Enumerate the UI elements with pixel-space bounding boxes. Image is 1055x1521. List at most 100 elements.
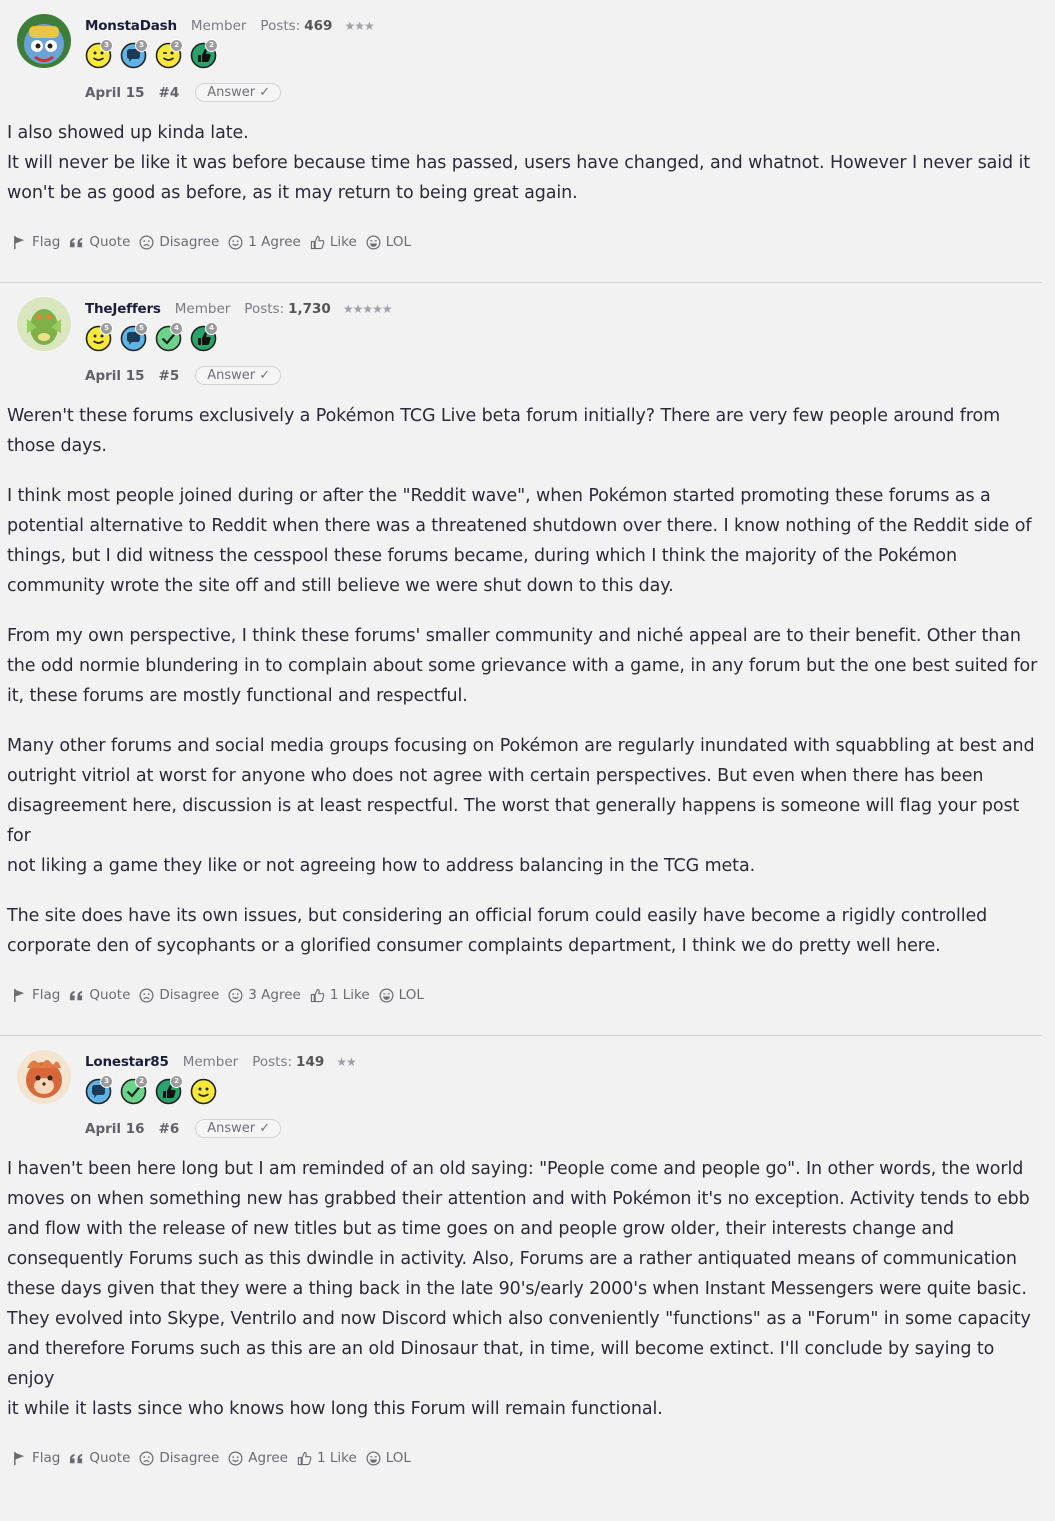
quote-button[interactable]: Quote — [69, 234, 130, 250]
post-date[interactable]: April 16 — [85, 1121, 145, 1137]
post-spacer — [0, 1015, 1055, 1035]
badge-count: 3 — [100, 1075, 113, 1088]
post-text-line: I haven't been here long but I am remind… — [7, 1159, 1024, 1179]
smiley-badge-icon[interactable]: 3 — [85, 39, 113, 69]
post-text-line: the odd normie blundering in to complain… — [7, 656, 1038, 676]
badge-count: 4 — [205, 322, 218, 335]
user-role: Member — [174, 301, 231, 317]
disagree-label: Disagree — [159, 987, 220, 1003]
like-button[interactable]: Like — [310, 234, 357, 250]
user-role: Member — [190, 18, 247, 34]
agree-button[interactable]: 3 Agree — [228, 987, 301, 1003]
post-text-line: I think most people joined during or aft… — [7, 486, 991, 506]
post-header: MonstaDash Member Posts: 469 ★★★ 3 3 2 2 April 15… — [7, 0, 1047, 118]
forum-post: MonstaDash Member Posts: 469 ★★★ 3 3 2 2 April 15… — [0, 0, 1055, 262]
disagree-button[interactable]: Disagree — [139, 1450, 219, 1466]
flag-icon — [12, 1451, 32, 1466]
disagree-button[interactable]: Disagree — [139, 987, 219, 1003]
flag-label: Flag — [32, 1450, 61, 1466]
post-paragraph: I think most people joined during or aft… — [7, 481, 1047, 601]
post-date[interactable]: April 15 — [85, 368, 145, 384]
post-date-line: April 16 #6 Answer ✓ — [85, 1119, 282, 1138]
quote-button[interactable]: Quote — [69, 987, 130, 1003]
avatar[interactable] — [17, 14, 71, 68]
avatar[interactable] — [17, 1050, 71, 1104]
post-header: Lonestar85 Member Posts: 149 ★★ 3 2 2 April 16 #6… — [7, 1036, 1047, 1154]
username[interactable]: TheJeffers — [85, 301, 161, 317]
post-text-line: community wrote the site off and still b… — [7, 576, 674, 596]
answer-button[interactable]: Answer ✓ — [195, 83, 282, 102]
check-badge-icon[interactable]: 4 — [155, 322, 183, 352]
forum-post: Lonestar85 Member Posts: 149 ★★ 3 2 2 April 16 #6… — [0, 1036, 1055, 1478]
flag-button[interactable]: Flag — [12, 234, 60, 250]
agree-button[interactable]: 1 Agree — [228, 234, 301, 250]
post-number[interactable]: #5 — [159, 368, 180, 384]
thumbs-badge-icon[interactable]: 2 — [190, 39, 218, 69]
post-text-line: The site does have its own issues, but c… — [7, 906, 988, 926]
thumbs-badge-icon[interactable]: 4 — [190, 322, 218, 352]
badge-count: 3 — [135, 39, 148, 52]
post-paragraph: Weren't these forums exclusively a Pokém… — [7, 401, 1047, 461]
user-meta: MonstaDash Member Posts: 469 ★★★ — [85, 18, 375, 34]
lol-button[interactable]: LOL — [366, 1450, 411, 1466]
badge-count: 2 — [170, 1075, 183, 1088]
post-text-line: it, these forums are mostly functional a… — [7, 686, 468, 706]
post-text-line: They evolved into Skype, Ventrilo and no… — [7, 1309, 1031, 1329]
post-text-line: not liking a game they like or not agree… — [7, 856, 756, 876]
badge-count: 2 — [205, 39, 218, 52]
avatar[interactable] — [17, 297, 71, 351]
thumbs-badge-icon[interactable]: 2 — [155, 1075, 183, 1105]
username[interactable]: MonstaDash — [85, 18, 177, 34]
comment-thread: MonstaDash Member Posts: 469 ★★★ 3 3 2 2 April 15… — [0, 0, 1055, 1478]
post-text-line: it while it lasts since who knows how lo… — [7, 1399, 663, 1419]
post-number[interactable]: #6 — [159, 1121, 180, 1137]
user-role: Member — [182, 1054, 239, 1070]
disagree-button[interactable]: Disagree — [139, 234, 219, 250]
post-text-line: potential alternative to Reddit when the… — [7, 516, 1032, 536]
quote-button[interactable]: Quote — [69, 1450, 130, 1466]
lol-icon — [366, 235, 386, 250]
username[interactable]: Lonestar85 — [85, 1054, 169, 1070]
posts-count: 469 — [304, 18, 333, 34]
like-button[interactable]: 1 Like — [297, 1450, 357, 1466]
post-date[interactable]: April 15 — [85, 85, 145, 101]
flag-icon — [12, 235, 32, 250]
post-text-line: I also showed up kinda late. — [7, 123, 249, 143]
post-paragraph: I haven't been here long but I am remind… — [7, 1154, 1047, 1424]
chat-badge-icon[interactable]: 3 — [120, 39, 148, 69]
agree-icon — [228, 1451, 248, 1466]
lol-button[interactable]: LOL — [366, 234, 411, 250]
agree-icon — [228, 988, 248, 1003]
agree-label: 1 Agree — [248, 234, 301, 250]
post-text-line: outright vitriol at worst for anyone who… — [7, 766, 984, 786]
post-text-line: disagreement here, discussion is at leas… — [7, 796, 1020, 846]
agree-label: 3 Agree — [248, 987, 301, 1003]
quote-icon — [69, 235, 89, 250]
post-text-line: From my own perspective, I think these f… — [7, 626, 1021, 646]
lol-label: LOL — [385, 1450, 411, 1466]
post-number[interactable]: #4 — [159, 85, 180, 101]
like-button[interactable]: 1 Like — [310, 987, 370, 1003]
agree-icon — [228, 235, 248, 250]
wink-badge-icon[interactable]: 2 — [155, 39, 183, 69]
post-text-line: things, but I did witness the cesspool t… — [7, 546, 958, 566]
answer-button[interactable]: Answer ✓ — [195, 366, 282, 385]
smiley-badge-icon[interactable]: 5 — [85, 322, 113, 352]
like-icon — [310, 235, 330, 250]
post-spacer — [0, 262, 1055, 282]
flag-label: Flag — [32, 234, 61, 250]
answer-button[interactable]: Answer ✓ — [195, 1119, 282, 1138]
posts-count: 149 — [296, 1054, 325, 1070]
badge-count: 5 — [135, 322, 148, 335]
badge-graphic — [190, 1078, 217, 1105]
smiley-badge-icon[interactable] — [190, 1078, 217, 1105]
check-badge-icon[interactable]: 2 — [120, 1075, 148, 1105]
post-text-line: these days given that they were a thing … — [7, 1279, 1027, 1299]
agree-button[interactable]: Agree — [228, 1450, 288, 1466]
flag-button[interactable]: Flag — [12, 987, 60, 1003]
flag-button[interactable]: Flag — [12, 1450, 60, 1466]
chat-badge-icon[interactable]: 5 — [120, 322, 148, 352]
chat-badge-icon[interactable]: 3 — [85, 1075, 113, 1105]
disagree-label: Disagree — [159, 1450, 220, 1466]
lol-button[interactable]: LOL — [379, 987, 424, 1003]
